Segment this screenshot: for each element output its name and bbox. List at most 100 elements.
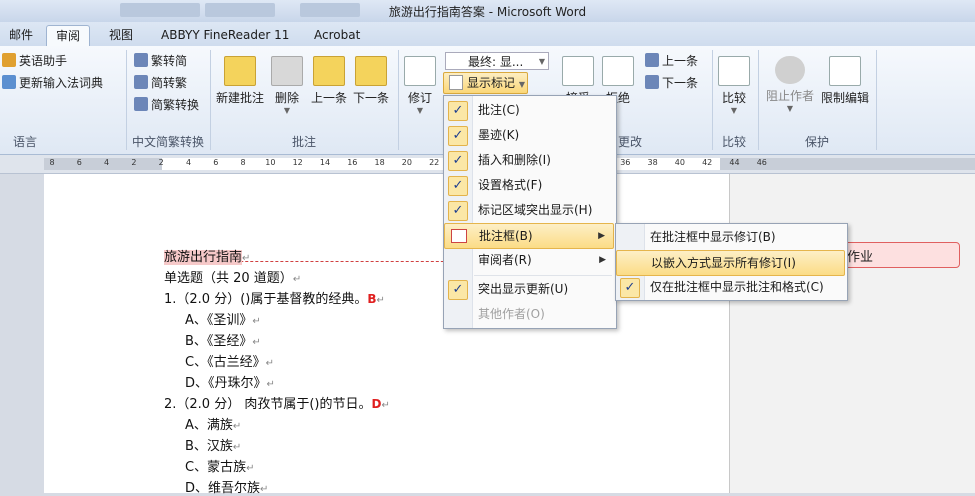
tab-acrobat[interactable]: Acrobat — [305, 25, 369, 45]
ruler-number: 4 — [104, 158, 110, 167]
delete-comment-button[interactable]: 删除 ▼ — [270, 56, 304, 115]
ribbon-tabs: 邮件 审阅 视图 ABBYY FineReader 11 Acrobat — [0, 22, 975, 47]
check-icon: ✓ — [448, 101, 468, 121]
ruler-number: 10 — [265, 158, 276, 167]
next-change-button[interactable]: 下一条 — [645, 74, 698, 92]
next-comment-icon — [355, 56, 387, 86]
q1-option-c[interactable]: C、《古兰经》↵ — [185, 351, 274, 370]
question-1[interactable]: 1.（2.0 分）()属于基督教的经典。B↵ — [164, 288, 385, 307]
english-assistant-button[interactable]: 英语助手 — [2, 52, 67, 70]
track-changes-button[interactable]: 修订 ▼ — [402, 56, 438, 115]
doc-title[interactable]: 旅游出行指南↵ — [164, 246, 250, 265]
block-authors-button[interactable]: 阻止作者 ▼ — [762, 56, 818, 113]
track-changes-icon — [404, 56, 436, 86]
ruler-number: 22 — [429, 158, 440, 167]
tab-abbyy[interactable]: ABBYY FineReader 11 — [152, 25, 298, 45]
menu-item-other-authors: 其他作者(O) — [478, 307, 545, 321]
convert-button[interactable]: 简繁转换 — [134, 96, 199, 114]
ruler-number: 4 — [185, 158, 192, 167]
compare-icon — [718, 56, 750, 86]
ruler-number: 8 — [240, 158, 246, 167]
document-page[interactable] — [44, 174, 729, 493]
q2-option-c[interactable]: C、蒙古族↵ — [185, 456, 254, 475]
update-ime-dictionary-button[interactable]: 更新输入法词典 — [2, 74, 103, 92]
section-heading[interactable]: 单选题（共 20 道题）↵ — [164, 267, 301, 286]
window-title: 旅游出行指南答案 - Microsoft Word — [388, 5, 587, 19]
prev-change-button[interactable]: 上一条 — [645, 52, 698, 70]
trad-to-simp-icon — [134, 53, 148, 67]
ruler-number: 2 — [131, 158, 137, 167]
comment-text: 作业 — [847, 250, 874, 265]
submenu-item-show-revisions-in-balloons[interactable]: 在批注框中显示修订(B) — [616, 225, 845, 249]
next-change-icon — [645, 75, 659, 89]
ruler-number: 16 — [347, 158, 358, 167]
menu-item-balloons[interactable]: 批注框(B) ▶ — [444, 223, 614, 249]
q2-option-d[interactable]: D、维吾尔族↵ — [185, 477, 268, 496]
submenu-arrow-icon: ▶ — [599, 255, 606, 265]
question-2[interactable]: 2.（2.0 分） 肉孜节属于()的节日。D↵ — [164, 393, 390, 412]
show-markup-button[interactable]: 显示标记 ▼ — [443, 72, 528, 94]
block-authors-icon — [775, 56, 805, 84]
markup-margin — [729, 174, 975, 493]
ruler-number: 2 — [158, 158, 164, 167]
compare-button[interactable]: 比较 ▼ — [716, 56, 752, 115]
menu-item-markup-area-highlight[interactable]: ✓ 标记区域突出显示(H) — [444, 198, 614, 222]
group-separator — [210, 50, 211, 150]
q1-option-a[interactable]: A、《圣训》↵ — [185, 309, 261, 328]
ruler-number: 38 — [647, 158, 658, 167]
display-for-review-select[interactable]: 最终: 显... ▼ — [445, 52, 549, 70]
simp-to-trad-button[interactable]: 简转繁 — [134, 74, 187, 92]
q2-option-b[interactable]: B、汉族↵ — [185, 435, 241, 454]
menu-item-comments[interactable]: ✓ 批注(C) — [444, 98, 614, 122]
dictionary-icon — [2, 75, 16, 89]
prev-comment-button[interactable]: 上一条 — [308, 56, 350, 106]
check-icon: ✓ — [448, 176, 468, 196]
group-separator — [126, 50, 127, 150]
menu-item-ink[interactable]: ✓ 墨迹(K) — [444, 123, 614, 147]
q1-option-d[interactable]: D、《丹珠尔》↵ — [185, 372, 275, 391]
ruler-number: 20 — [401, 158, 412, 167]
menu-item-formatting[interactable]: ✓ 设置格式(F) — [444, 173, 614, 197]
group-label-compare: 比较 — [721, 135, 746, 149]
ruler-number: 12 — [292, 158, 303, 167]
balloons-submenu: 在批注框中显示修订(B) 以嵌入方式显示所有修订(I) ✓ 仅在批注框中显示批注和… — [615, 223, 848, 301]
show-markup-menu: ✓ 批注(C) ✓ 墨迹(K) ✓ 插入和删除(I) ✓ 设置格式(F) ✓ 标记区域突出… — [443, 95, 617, 329]
check-icon: ✓ — [448, 151, 468, 171]
tab-review[interactable]: 审阅 — [46, 25, 91, 46]
comment-balloon[interactable]: 作业 — [830, 242, 960, 268]
submenu-item-comments-formatting-only[interactable]: ✓ 仅在批注框中显示批注和格式(C) — [616, 275, 845, 299]
group-label-comments: 批注 — [291, 135, 316, 149]
ruler-number: 8 — [49, 158, 55, 167]
prev-comment-icon — [313, 56, 345, 86]
menu-item-insertions-deletions[interactable]: ✓ 插入和删除(I) — [444, 148, 614, 172]
ruler-number: 46 — [756, 158, 767, 167]
submenu-arrow-icon: ▶ — [598, 231, 605, 241]
restrict-editing-button[interactable]: 限制编辑 — [818, 56, 872, 106]
trad-to-simp-button[interactable]: 繁转简 — [134, 52, 187, 70]
submenu-item-show-all-inline[interactable]: 以嵌入方式显示所有修订(I) — [616, 250, 845, 276]
check-icon: ✓ — [620, 278, 640, 298]
new-comment-button[interactable]: 新建批注 — [214, 56, 266, 106]
balloons-icon — [451, 229, 467, 243]
ruler-number: 6 — [213, 158, 219, 167]
group-separator — [758, 50, 759, 150]
ruler-number: 40 — [674, 158, 685, 167]
group-label-language: 语言 — [12, 135, 37, 149]
ruler-number: 44 — [729, 158, 740, 167]
tab-mail[interactable]: 邮件 — [0, 25, 42, 45]
tab-view[interactable]: 视图 — [100, 25, 142, 45]
menu-item-reviewers[interactable]: 审阅者(R) ▶ — [444, 248, 614, 272]
ruler-number: 6 — [76, 158, 82, 167]
check-icon: ✓ — [448, 280, 468, 300]
next-comment-button[interactable]: 下一条 — [350, 56, 392, 106]
group-label-protect: 保护 — [804, 135, 829, 149]
q2-option-a[interactable]: A、满族↵ — [185, 414, 241, 433]
delete-comment-icon — [271, 56, 303, 86]
convert-icon — [134, 97, 148, 111]
restrict-editing-icon — [829, 56, 861, 86]
q1-option-b[interactable]: B、《圣经》↵ — [185, 330, 261, 349]
reject-icon — [602, 56, 634, 86]
group-separator — [876, 50, 877, 150]
menu-item-highlight-updates[interactable]: ✓ 突出显示更新(U) — [444, 277, 614, 301]
ruler-number: 42 — [702, 158, 713, 167]
